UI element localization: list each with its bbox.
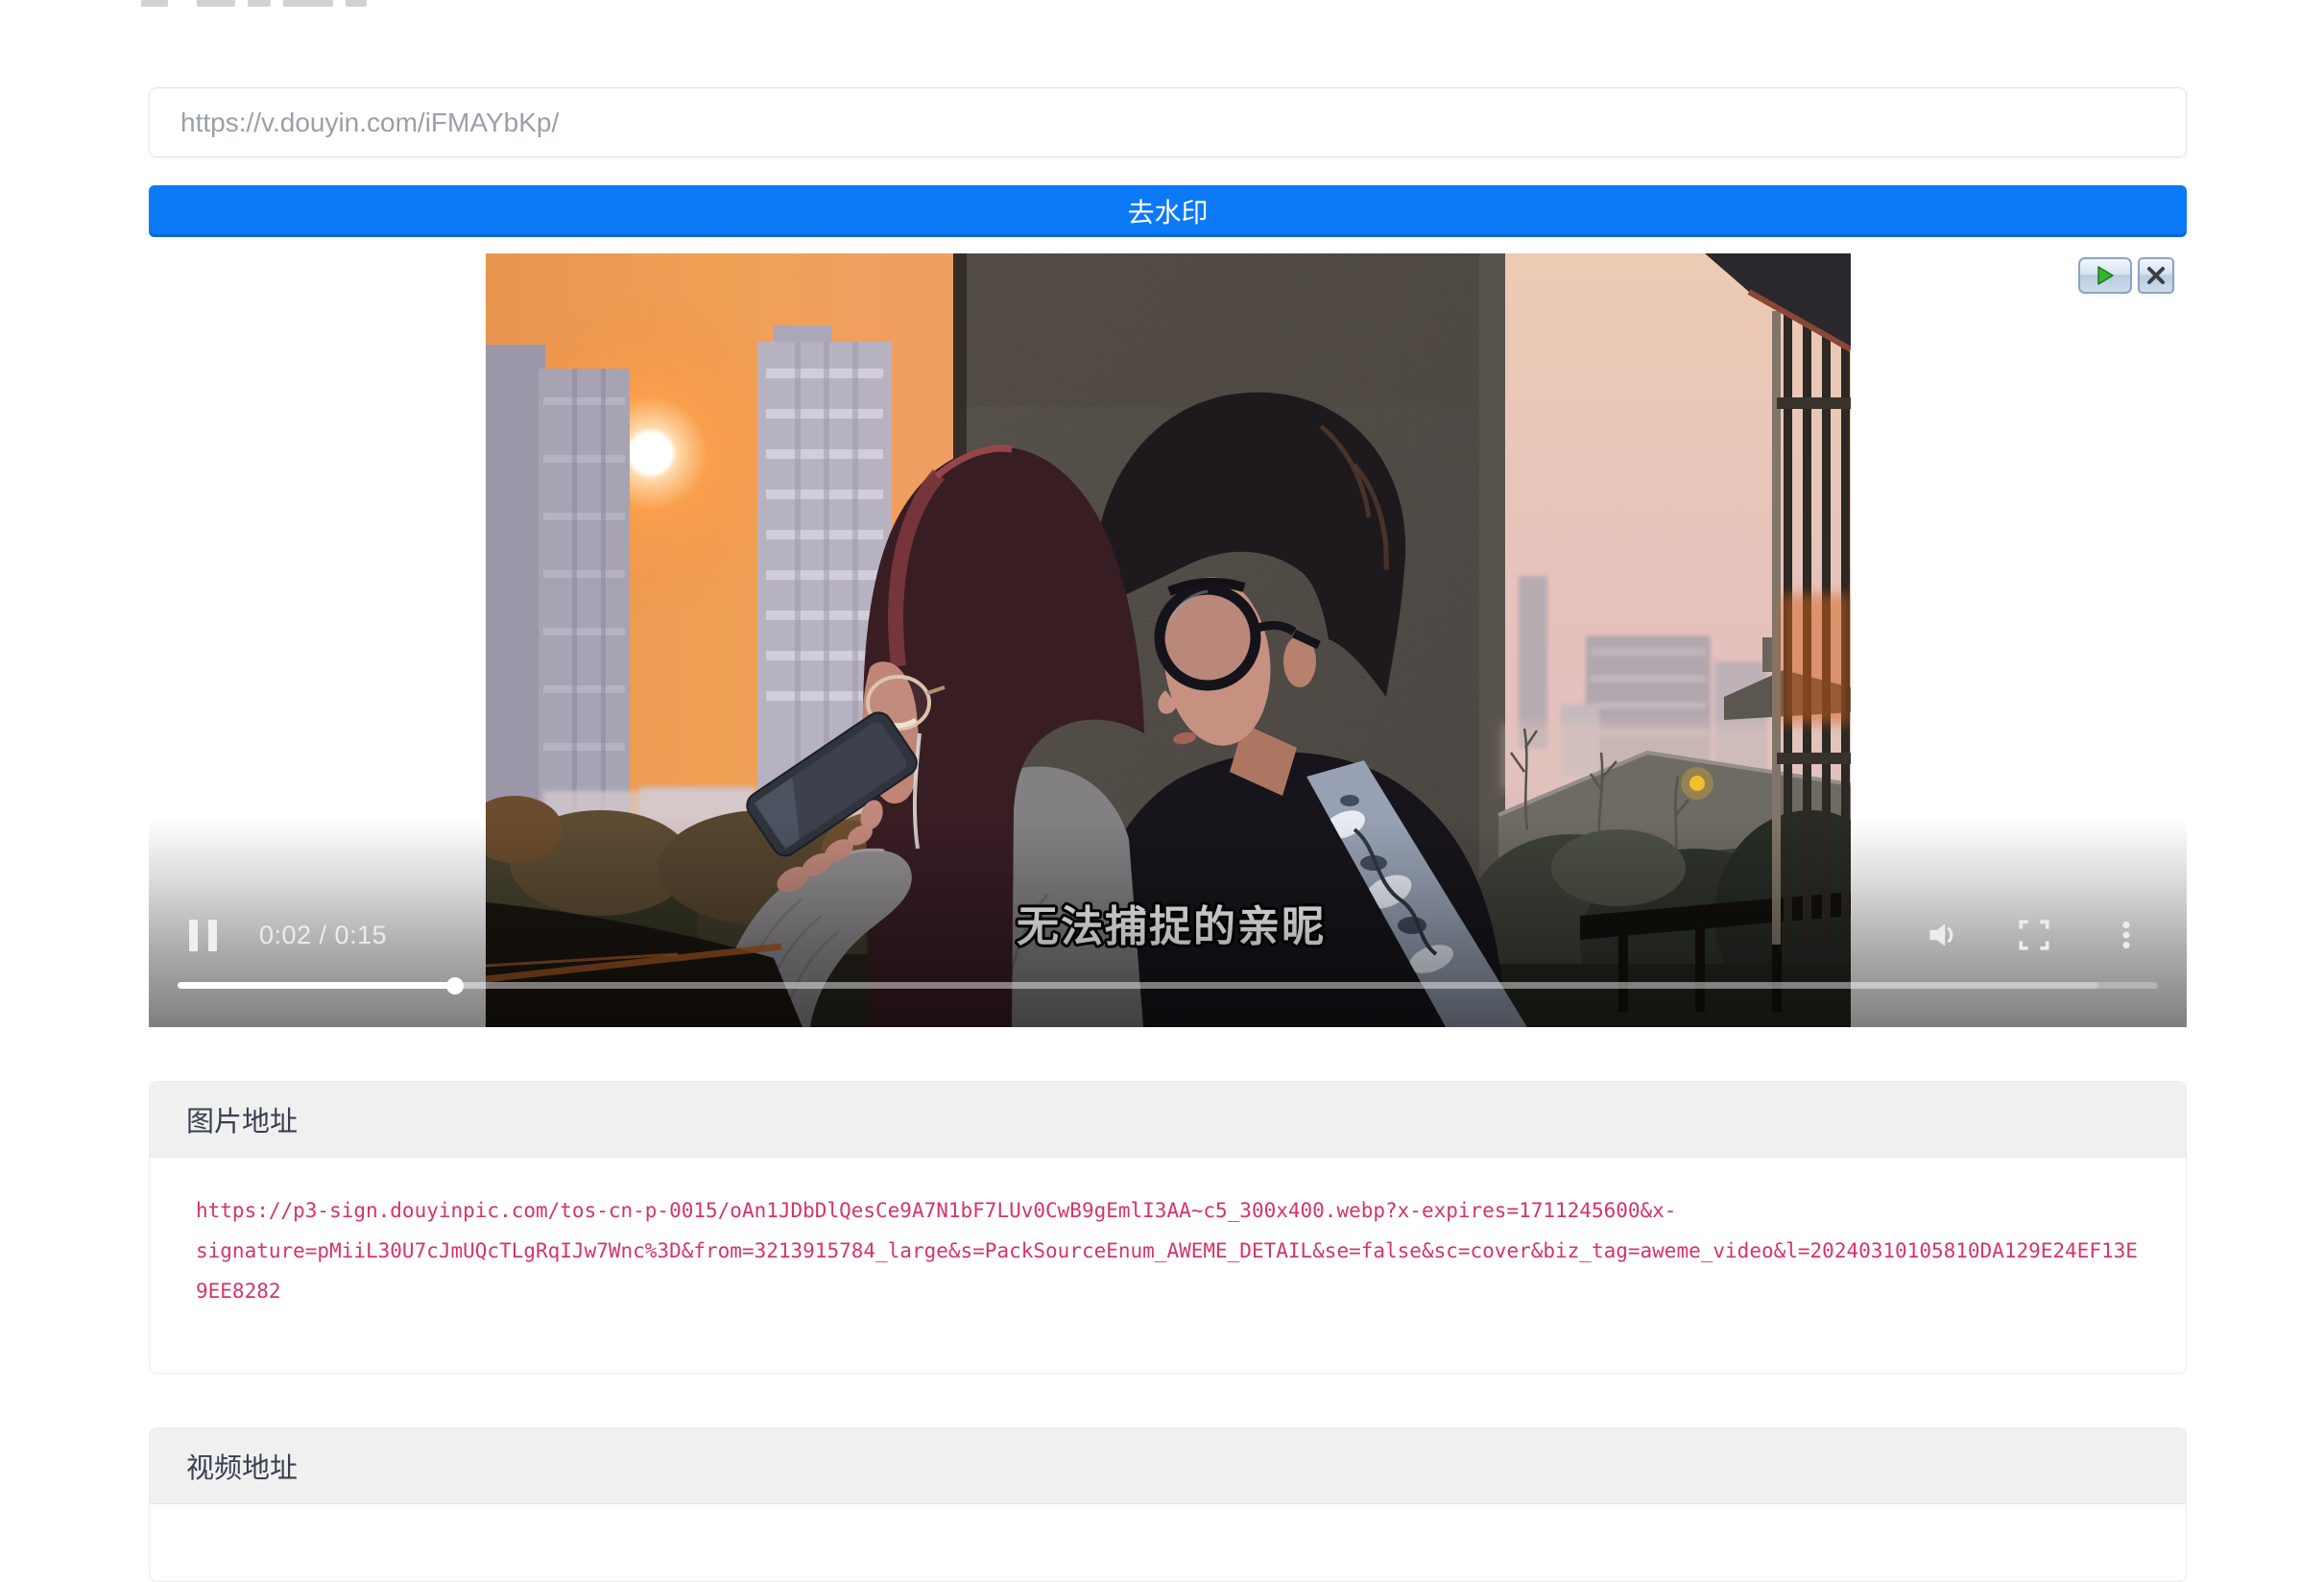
volume-button[interactable] xyxy=(1924,917,1960,953)
video-url-title: 视频地址 xyxy=(186,1446,298,1486)
green-play-icon xyxy=(2095,265,2116,286)
remove-watermark-button[interactable]: 去水印 xyxy=(149,185,2187,237)
image-url-title: 图片地址 xyxy=(186,1099,298,1139)
more-options-icon xyxy=(2108,917,2144,953)
video-link-input[interactable] xyxy=(149,87,2187,157)
seek-thumb[interactable] xyxy=(446,977,464,995)
video-url-header: 视频地址 xyxy=(150,1428,2186,1504)
video-player[interactable]: 无法捕捉的亲昵 0:02 / 0:15 xyxy=(149,253,2187,1027)
image-url-header: 图片地址 xyxy=(150,1082,2186,1158)
time-display: 0:02 / 0:15 xyxy=(259,921,387,950)
video-controls: 0:02 / 0:15 xyxy=(149,904,2187,966)
video-url-card: 视频地址 xyxy=(149,1427,2187,1582)
pause-button[interactable] xyxy=(189,920,217,951)
fullscreen-icon xyxy=(2016,917,2052,953)
plugin-close-button[interactable] xyxy=(2138,257,2174,294)
seek-bar[interactable] xyxy=(178,982,2158,989)
image-url-text: https://p3-sign.douyinpic.com/tos-cn-p-0… xyxy=(196,1190,2140,1311)
lamp xyxy=(1689,776,1705,791)
main-container: 去水印 xyxy=(149,0,2187,1520)
seek-played xyxy=(178,982,455,989)
volume-icon xyxy=(1924,917,1960,953)
fullscreen-button[interactable] xyxy=(2016,917,2052,953)
close-icon xyxy=(2146,266,2166,285)
seek-buffered xyxy=(178,982,2098,989)
plugin-play-button[interactable] xyxy=(2078,257,2132,294)
image-url-card: 图片地址 https://p3-sign.douyinpic.com/tos-c… xyxy=(149,1081,2187,1374)
overflow-menu-button[interactable] xyxy=(2108,917,2144,953)
sun xyxy=(628,430,674,476)
plugin-buttons xyxy=(2078,257,2174,294)
